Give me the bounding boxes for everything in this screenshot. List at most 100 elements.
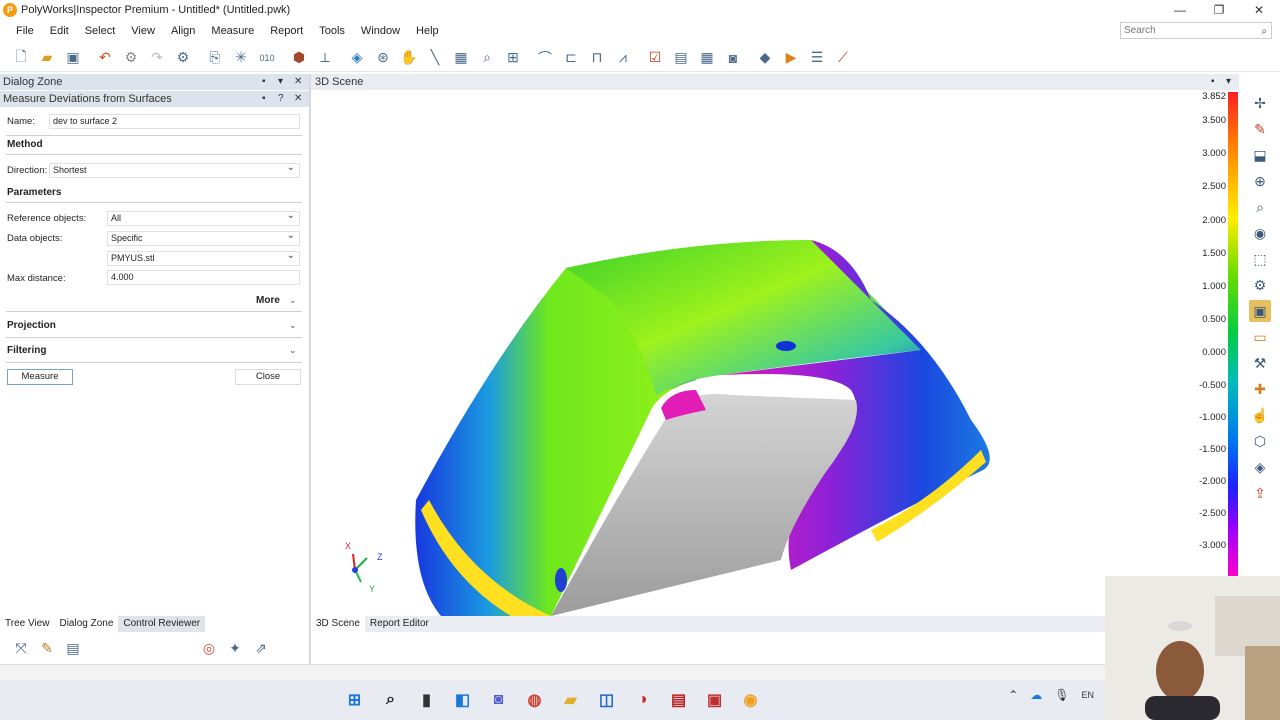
tab-dialog-zone[interactable]: Dialog Zone	[54, 616, 119, 632]
redo-icon[interactable]: ↷	[146, 47, 168, 69]
menu-select[interactable]: Select	[77, 25, 124, 37]
outlook-icon[interactable]: ◫	[593, 686, 621, 714]
reference-objects-select[interactable]: All	[107, 209, 300, 226]
data-objects-select[interactable]: Specific	[107, 229, 300, 246]
zoom-view-icon[interactable]: ⊕	[1249, 170, 1271, 192]
layer-icon[interactable]: ◈	[1249, 456, 1271, 478]
minimize-button[interactable]: —	[1160, 0, 1200, 20]
menu-file[interactable]: File	[8, 25, 42, 37]
chart-icon[interactable]: ⟋	[832, 47, 854, 69]
new-file-icon[interactable]: 🗋	[10, 47, 32, 69]
help-icon[interactable]: ?	[278, 91, 284, 107]
max-distance-input[interactable]: 4.000	[107, 270, 300, 285]
measure-line-icon[interactable]: ╲	[424, 47, 446, 69]
direction-select[interactable]: Shortest	[49, 161, 300, 178]
language-indicator[interactable]: EN	[1081, 690, 1094, 700]
menu-tools[interactable]: Tools	[311, 25, 353, 37]
sparkle-icon[interactable]: ✦	[224, 637, 246, 659]
3d-viewport[interactable]: X Z Y	[311, 90, 1239, 616]
data-object-file-select[interactable]: PMYUS.stl	[107, 249, 300, 266]
checklist-icon[interactable]: ☑	[644, 47, 666, 69]
export-icon[interactable]: ⇪	[1249, 482, 1271, 504]
pin-icon[interactable]: ▪	[262, 91, 266, 107]
dropdown-icon[interactable]: ▾	[278, 74, 283, 90]
widgets-icon[interactable]: ◧	[449, 686, 477, 714]
search-input[interactable]: Search ⌕	[1120, 22, 1272, 39]
play-icon[interactable]: ▶	[780, 47, 802, 69]
menu-align[interactable]: Align	[163, 25, 203, 37]
pin-icon[interactable]: ▪	[262, 74, 266, 90]
zoom-search-icon[interactable]: ⌕	[1249, 196, 1271, 218]
more-toggle[interactable]: More	[256, 295, 280, 306]
cloud-icon[interactable]: ☁	[1030, 688, 1042, 702]
tool-icon[interactable]: ⚒	[1249, 352, 1271, 374]
grid-icon[interactable]: ▦	[450, 47, 472, 69]
chevron-down-icon[interactable]: ⌄	[289, 295, 297, 306]
polyworks-taskbar-icon[interactable]: ◉	[737, 686, 765, 714]
tab-control-reviewer[interactable]: Control Reviewer	[118, 616, 206, 632]
annotation-icon[interactable]: ✚	[1249, 378, 1271, 400]
clamp-icon[interactable]: ⊏	[560, 47, 582, 69]
windows-start-icon[interactable]: ⊞	[341, 686, 369, 714]
tab-tree-view[interactable]: Tree View	[0, 616, 54, 632]
acrobat-icon[interactable]: ◑	[629, 686, 657, 714]
report-icon[interactable]: ▤	[670, 47, 692, 69]
task-view-icon[interactable]: ▮	[413, 686, 441, 714]
open-folder-icon[interactable]: ▰	[36, 47, 58, 69]
points-icon[interactable]: ✳	[230, 47, 252, 69]
menu-help[interactable]: Help	[408, 25, 447, 37]
search-taskbar-icon[interactable]: ⌕	[377, 686, 405, 714]
comment-icon[interactable]: ▭	[1249, 326, 1271, 348]
menu-view[interactable]: View	[123, 25, 163, 37]
filtering-section[interactable]: Filtering	[7, 345, 46, 356]
cursor-tool-icon[interactable]: ⇗	[250, 637, 272, 659]
redo-gear-icon[interactable]: ⚙	[120, 47, 142, 69]
projection-section[interactable]: Projection	[7, 320, 56, 331]
menu-window[interactable]: Window	[353, 25, 408, 37]
align-tool-icon[interactable]: ⤧	[10, 637, 32, 659]
target-icon[interactable]: ◎	[198, 637, 220, 659]
teams-icon[interactable]: ◙	[485, 686, 513, 714]
undo-icon[interactable]: ↶	[94, 47, 116, 69]
cube-frame-icon[interactable]: ⬚	[1249, 248, 1271, 270]
gear-view-icon[interactable]: ⚙	[1249, 274, 1271, 296]
align-icon[interactable]: ⟂	[314, 47, 336, 69]
shape-icon[interactable]: ⬡	[1249, 430, 1271, 452]
scan-icon[interactable]: ⊛	[372, 47, 394, 69]
close-icon[interactable]: ✕	[294, 74, 302, 90]
sequence-icon[interactable]: ☰	[806, 47, 828, 69]
binary-icon[interactable]: 010	[256, 47, 278, 69]
file-explorer-icon[interactable]: ▰	[557, 686, 585, 714]
zoom-icon[interactable]: ⌕	[476, 47, 498, 69]
macro-icon[interactable]: ◆	[754, 47, 776, 69]
name-field[interactable]: dev to surface 2	[49, 114, 300, 129]
close-window-button[interactable]: ✕	[1239, 0, 1279, 20]
color-map-icon[interactable]: ▣	[1249, 300, 1271, 322]
pin-icon[interactable]: ▪	[1211, 74, 1215, 90]
color-map-model[interactable]	[311, 90, 1239, 616]
tab-report-editor[interactable]: Report Editor	[365, 616, 434, 632]
view-fit-icon[interactable]: ✢	[1249, 92, 1271, 114]
menu-report[interactable]: Report	[262, 25, 311, 37]
restore-button[interactable]: ❐	[1199, 0, 1239, 20]
menu-measure[interactable]: Measure	[203, 25, 262, 37]
cube-icon[interactable]: ◈	[346, 47, 368, 69]
caliper-icon[interactable]: ⊓	[586, 47, 608, 69]
dropdown-icon[interactable]: ▾	[1226, 74, 1231, 90]
spreadsheet-icon[interactable]: ▦	[696, 47, 718, 69]
chevron-down-icon[interactable]: ⌄	[289, 345, 297, 356]
probe-tool-icon[interactable]: ✎	[36, 637, 58, 659]
menu-edit[interactable]: Edit	[42, 25, 77, 37]
hand-pointer-icon[interactable]: ☝	[1249, 404, 1271, 426]
eye-icon[interactable]: ◉	[1249, 222, 1271, 244]
chrome-icon[interactable]: ◍	[521, 686, 549, 714]
pick-icon[interactable]: ✎	[1249, 118, 1271, 140]
camera-icon[interactable]: ◙	[722, 47, 744, 69]
chevron-down-icon[interactable]: ⌄	[289, 320, 297, 331]
tube-icon[interactable]: ⌒	[534, 47, 556, 69]
photo-app-icon[interactable]: ▣	[701, 686, 729, 714]
pdf-icon[interactable]: ▤	[665, 686, 693, 714]
save-icon[interactable]: ▣	[62, 47, 84, 69]
microphone-icon[interactable]: 🎙	[1054, 688, 1069, 702]
measure-button[interactable]: Measure	[7, 369, 73, 385]
